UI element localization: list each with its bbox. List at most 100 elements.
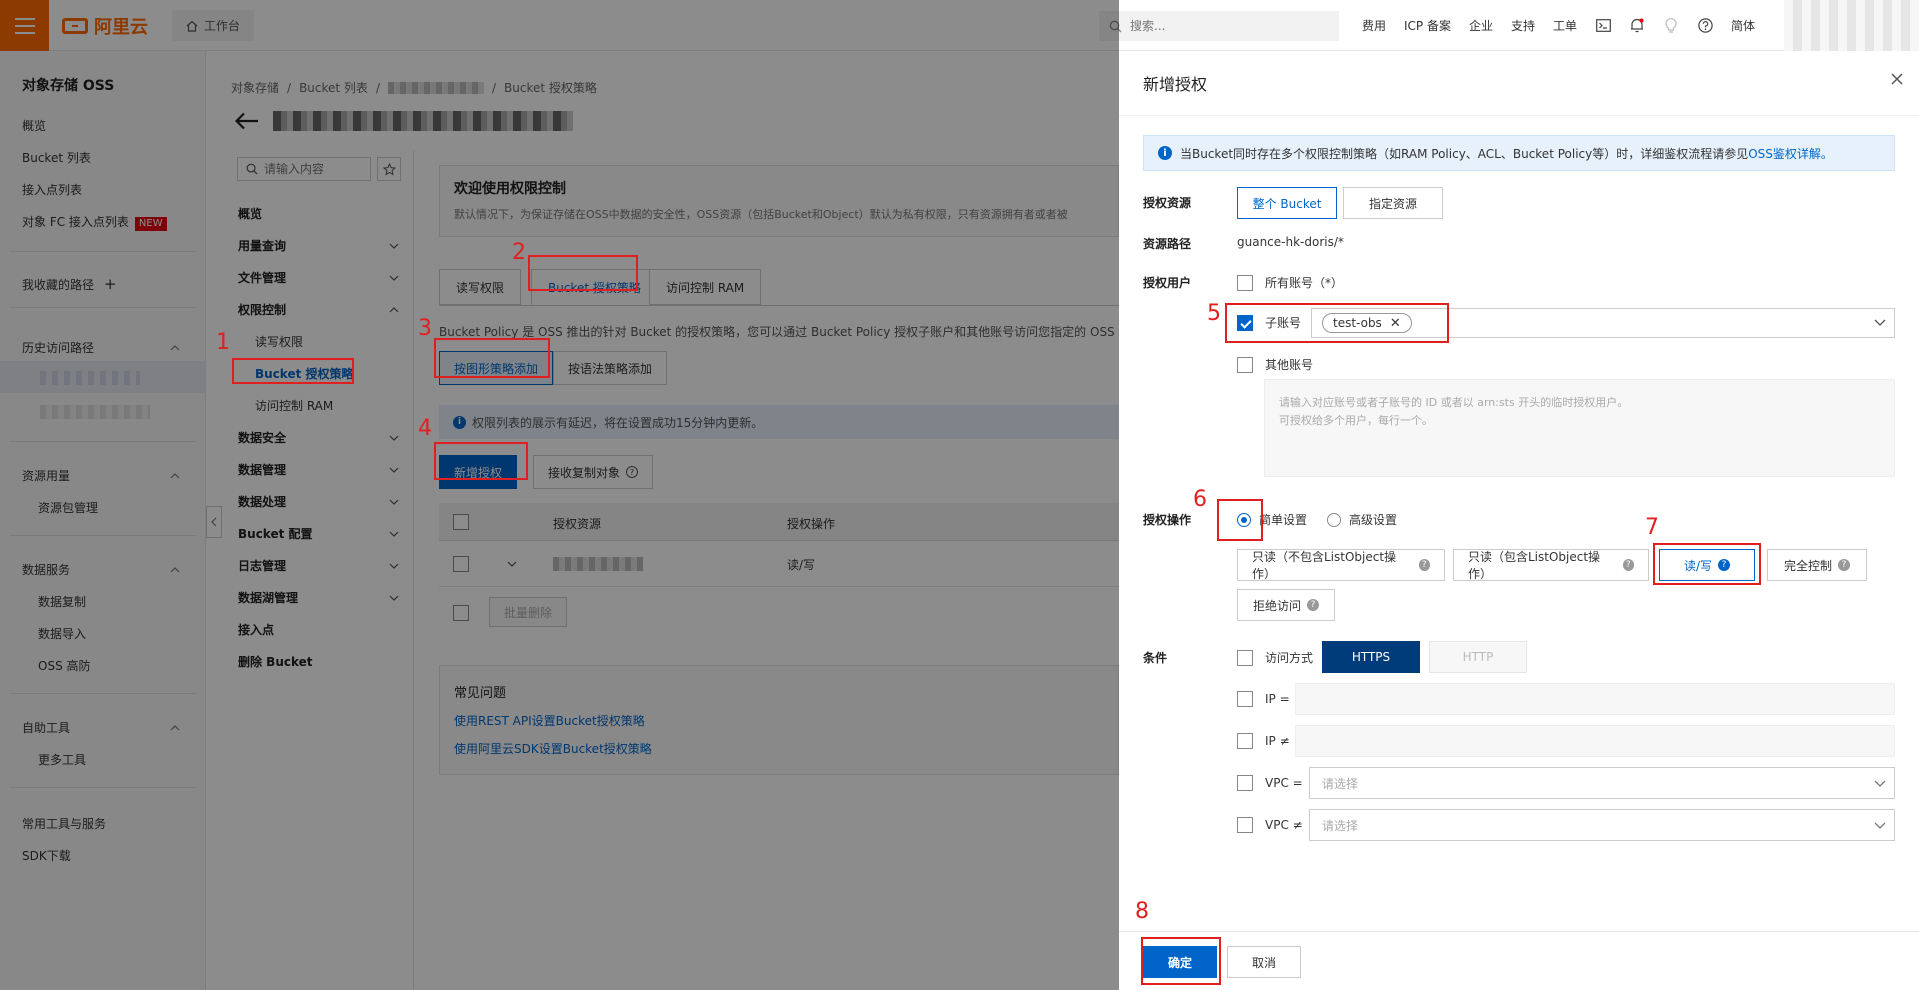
action-advanced-radio[interactable]	[1327, 512, 1341, 527]
cond-access-label: 访问方式	[1265, 651, 1314, 665]
info-text-body: 当Bucket同时存在多个权限控制策略（如RAM Policy、ACL、Buck…	[1180, 146, 1749, 161]
label-user: 授权用户	[1143, 276, 1192, 290]
cond-vpc-eq-select[interactable]: 请选择	[1309, 767, 1895, 799]
info-icon: i	[1158, 146, 1172, 160]
action-readonly-with-list[interactable]: 只读（包含ListObject操作）?	[1453, 549, 1649, 581]
action-advanced-label: 高级设置	[1349, 513, 1398, 527]
annotation-number-5: 5	[1207, 301, 1221, 326]
option-label: 拒绝访问	[1252, 598, 1301, 613]
close-icon[interactable]	[1889, 71, 1905, 87]
cond-vpc-ne-option[interactable]: VPC ≠	[1237, 817, 1303, 833]
action-full-control[interactable]: 完全控制?	[1767, 549, 1867, 581]
option-label: 只读（不包含ListObject操作）	[1252, 550, 1397, 581]
select-placeholder: 请选择	[1322, 776, 1359, 791]
select-placeholder: 请选择	[1322, 818, 1359, 833]
nav-enterprise[interactable]: 企业	[1469, 17, 1493, 34]
annotation-number-2: 2	[512, 240, 526, 265]
other-account-textarea[interactable]: 请输入对应账号或者子账号的 ID 或者以 arn:sts 开头的临时授权用户。 …	[1264, 379, 1895, 477]
help-icon[interactable]	[1697, 18, 1713, 34]
cond-vpc-ne-label: VPC ≠	[1265, 818, 1303, 832]
textarea-placeholder-2: 可授权给多个用户，每行一个。	[1279, 414, 1433, 427]
option-label: 只读（包含ListObject操作）	[1468, 550, 1601, 581]
action-simple-label: 简单设置	[1259, 513, 1308, 527]
drawer-footer: 确定 取消	[1119, 931, 1919, 990]
action-advanced-option[interactable]: 高级设置	[1327, 511, 1397, 528]
cond-http-button[interactable]: HTTP	[1429, 641, 1527, 673]
cond-access-checkbox[interactable]	[1237, 649, 1253, 666]
cond-vpc-eq-label: VPC =	[1265, 776, 1303, 790]
chevron-down-icon	[1874, 822, 1886, 829]
nav-billing[interactable]: 费用	[1362, 17, 1386, 34]
cond-ip-eq-option[interactable]: IP =	[1237, 691, 1290, 707]
label-condition: 条件	[1143, 651, 1168, 665]
help-icon: ?	[1418, 559, 1430, 571]
bell-icon[interactable]	[1629, 18, 1645, 34]
info-text: 当Bucket同时存在多个权限控制策略（如RAM Policy、ACL、Buck…	[1180, 145, 1833, 162]
resource-path-value: guance-hk-doris/*	[1237, 235, 1344, 249]
new-authorization-drawer: 新增授权 i 当Bucket同时存在多个权限控制策略（如RAM Policy、A…	[1119, 51, 1919, 990]
highlight-box-3	[434, 338, 550, 378]
language-switch[interactable]: 简体	[1731, 17, 1755, 34]
cond-access-option[interactable]: 访问方式	[1237, 649, 1313, 666]
annotation-number-6: 6	[1193, 487, 1207, 512]
resource-specified[interactable]: 指定资源	[1343, 187, 1443, 219]
cancel-button[interactable]: 取消	[1227, 946, 1301, 978]
drawer-info-bar: i 当Bucket同时存在多个权限控制策略（如RAM Policy、ACL、Bu…	[1143, 135, 1895, 171]
cond-https-button[interactable]: HTTPS	[1322, 641, 1420, 673]
action-readonly-no-list[interactable]: 只读（不包含ListObject操作）?	[1237, 549, 1445, 581]
action-deny-access[interactable]: 拒绝访问?	[1237, 589, 1335, 621]
user-other-option[interactable]: 其他账号	[1237, 356, 1313, 373]
highlight-box-2	[528, 255, 638, 291]
avatar[interactable]	[1784, 0, 1919, 51]
annotation-number-1: 1	[216, 330, 230, 355]
label-resource: 授权资源	[1143, 196, 1192, 210]
top-nav: 费用 ICP 备案 企业 支持 工单 简体	[1362, 0, 1755, 51]
highlight-box-7	[1653, 543, 1761, 585]
nav-ticket[interactable]: 工单	[1553, 17, 1577, 34]
help-icon: ?	[1838, 559, 1850, 571]
highlight-box-5	[1225, 303, 1449, 343]
global-search[interactable]	[1099, 11, 1339, 41]
cond-ip-ne-input[interactable]	[1295, 725, 1895, 757]
highlight-box-4	[434, 442, 528, 480]
drawer-title: 新增授权	[1143, 75, 1208, 94]
cond-vpc-eq-option[interactable]: VPC =	[1237, 775, 1303, 791]
terminal-icon[interactable]	[1595, 18, 1611, 34]
app-root: 阿里云 工作台 费用 ICP 备案 企业 支持 工单 简体 对象存储 OSS 概…	[0, 0, 1919, 990]
highlight-box-1	[232, 358, 354, 384]
cond-vpc-ne-select[interactable]: 请选择	[1309, 809, 1895, 841]
chevron-down-icon	[1874, 319, 1886, 326]
user-all-option[interactable]: 所有账号（*）	[1237, 274, 1343, 291]
annotation-number-3: 3	[418, 316, 432, 341]
modal-overlay[interactable]	[0, 0, 1119, 990]
drawer-header-divider	[1119, 115, 1919, 116]
cond-vpc-ne-checkbox[interactable]	[1237, 817, 1253, 833]
cond-vpc-eq-checkbox[interactable]	[1237, 775, 1253, 791]
nav-support[interactable]: 支持	[1511, 17, 1535, 34]
resource-whole-bucket[interactable]: 整个 Bucket	[1237, 187, 1337, 219]
help-icon: ?	[1307, 599, 1319, 611]
label-action: 授权操作	[1143, 513, 1192, 527]
user-other-label: 其他账号	[1265, 358, 1314, 372]
cond-ip-eq-input[interactable]	[1295, 683, 1895, 715]
option-label: 完全控制	[1783, 558, 1832, 573]
label-resource-path: 资源路径	[1143, 237, 1192, 251]
nav-icp[interactable]: ICP 备案	[1404, 17, 1451, 34]
bulb-icon[interactable]	[1663, 18, 1679, 34]
user-all-label: 所有账号（*）	[1265, 276, 1344, 290]
cond-ip-ne-label: IP ≠	[1265, 734, 1290, 748]
cond-ip-ne-checkbox[interactable]	[1237, 733, 1253, 749]
chevron-down-icon	[1874, 780, 1886, 787]
highlight-box-8	[1141, 937, 1221, 985]
cond-ip-eq-checkbox[interactable]	[1237, 691, 1253, 707]
cond-ip-ne-option[interactable]: IP ≠	[1237, 733, 1290, 749]
textarea-placeholder-1: 请输入对应账号或者子账号的 ID 或者以 arn:sts 开头的临时授权用户。	[1279, 396, 1629, 409]
oss-auth-detail-link[interactable]: OSS鉴权详解。	[1748, 147, 1833, 161]
highlight-box-6	[1217, 499, 1263, 541]
annotation-number-8: 8	[1135, 899, 1149, 924]
user-all-checkbox[interactable]	[1237, 274, 1253, 291]
annotation-number-7: 7	[1645, 515, 1659, 540]
user-other-checkbox[interactable]	[1237, 356, 1253, 373]
help-icon: ?	[1622, 559, 1634, 571]
global-search-input[interactable]	[1130, 19, 1320, 33]
